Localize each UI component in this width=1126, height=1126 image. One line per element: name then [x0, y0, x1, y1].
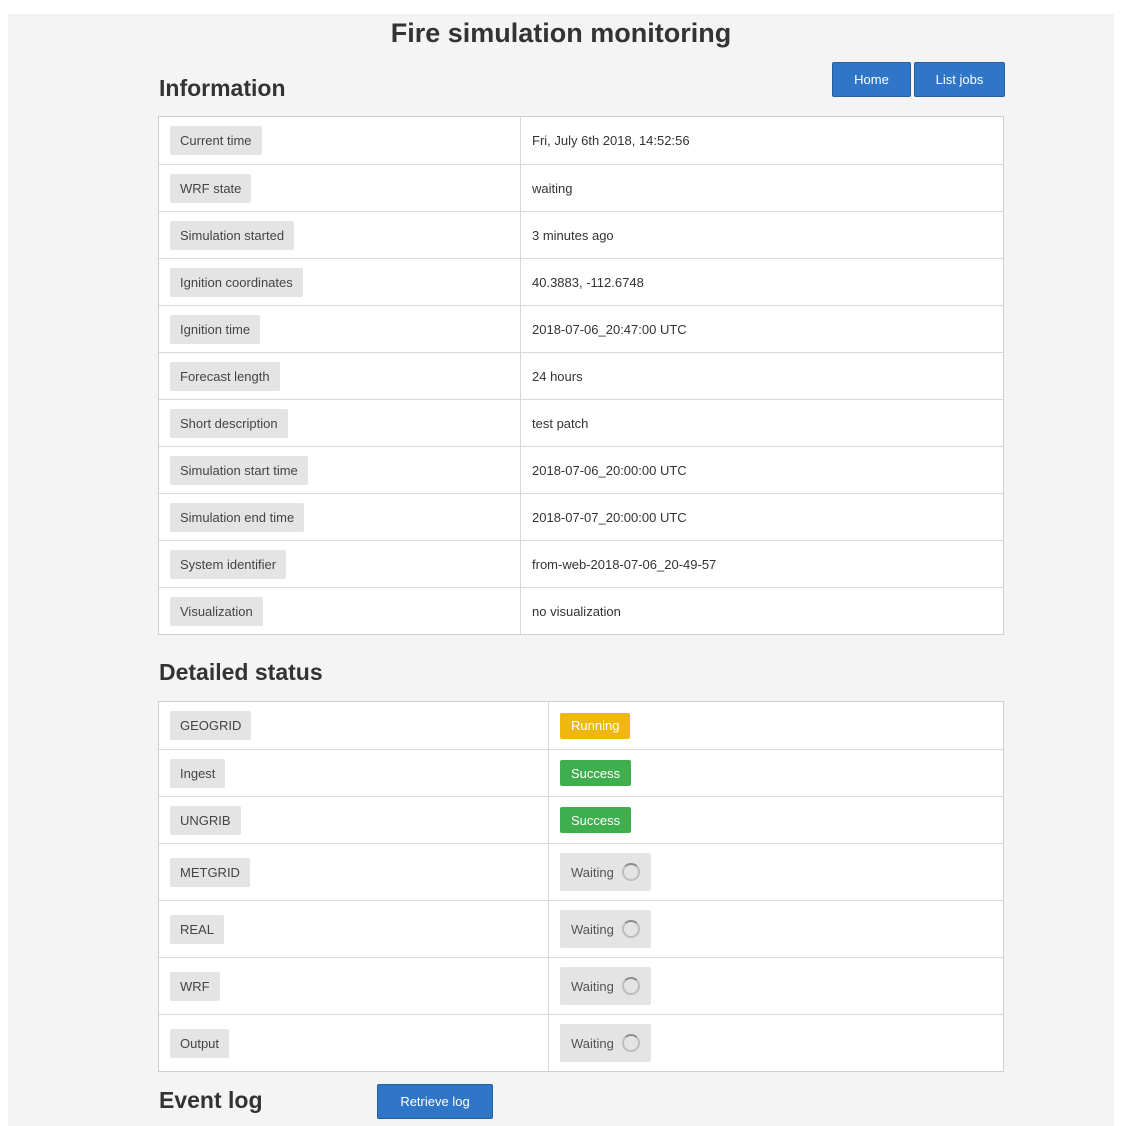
- status-value-cell: Waiting: [549, 901, 1003, 957]
- status-step-label: Ingest: [170, 758, 226, 788]
- info-label-cell: Forecast length: [159, 353, 521, 399]
- home-button[interactable]: Home: [832, 62, 911, 97]
- info-value: Fri, July 6th 2018, 14:52:56: [532, 133, 690, 148]
- info-label: Simulation started: [170, 220, 295, 250]
- event-log-heading: Event log: [159, 1087, 263, 1113]
- info-row-simulation-start-time: Simulation start time 2018-07-06_20:00:0…: [159, 446, 1003, 493]
- loading-spinner-icon: [621, 977, 640, 995]
- info-label: Short description: [170, 408, 288, 438]
- status-value-cell: Waiting: [549, 844, 1003, 900]
- status-value-cell: Success: [549, 797, 1003, 843]
- info-label-cell: Simulation started: [159, 212, 521, 258]
- status-badge-text: Waiting: [571, 1035, 614, 1051]
- status-label-cell: UNGRIB: [159, 797, 549, 843]
- status-label-cell: REAL: [159, 901, 549, 957]
- status-step-label: METGRID: [170, 857, 250, 887]
- status-step-label: WRF: [170, 971, 220, 1001]
- status-badge-waiting: Waiting: [560, 1024, 651, 1062]
- status-badge-waiting: Waiting: [560, 910, 651, 948]
- loading-spinner-icon: [621, 920, 640, 938]
- information-heading: Information: [159, 75, 286, 101]
- info-value: test patch: [532, 415, 589, 431]
- info-label: WRF state: [170, 173, 252, 203]
- info-row-system-identifier: System identifier from-web-2018-07-06_20…: [159, 540, 1003, 587]
- info-label: Current time: [170, 126, 262, 155]
- page-title: Fire simulation monitoring: [390, 18, 732, 48]
- status-row-wrf: WRF Waiting: [159, 957, 1003, 1014]
- status-label-cell: METGRID: [159, 844, 549, 900]
- status-row-geogrid: GEOGRID Running: [159, 702, 1003, 749]
- info-label-cell: Current time: [159, 117, 521, 164]
- info-value: no visualization: [532, 603, 621, 619]
- info-label-cell: Visualization: [159, 588, 521, 634]
- status-label-cell: Output: [159, 1015, 549, 1071]
- info-value: from-web-2018-07-06_20-49-57: [532, 556, 717, 572]
- status-badge-waiting: Waiting: [560, 853, 651, 891]
- status-label-cell: WRF: [159, 958, 549, 1014]
- status-badge-waiting: Waiting: [560, 967, 651, 1005]
- status-row-metgrid: METGRID Waiting: [159, 843, 1003, 900]
- status-label-cell: GEOGRID: [159, 702, 549, 749]
- status-badge-text: Waiting: [571, 978, 614, 994]
- info-row-simulation-end-time: Simulation end time 2018-07-07_20:00:00 …: [159, 493, 1003, 540]
- info-value: 2018-07-07_20:00:00 UTC: [532, 509, 687, 525]
- info-value: 2018-07-06_20:00:00 UTC: [532, 462, 687, 478]
- retrieve-log-button[interactable]: Retrieve log: [377, 1084, 493, 1119]
- info-value: 24 hours: [532, 368, 583, 384]
- detailed-status-table: GEOGRID Running Ingest Success UNGRIB Su…: [158, 701, 1004, 1072]
- info-label-cell: Simulation end time: [159, 494, 521, 540]
- info-value: 2018-07-06_20:47:00 UTC: [532, 321, 687, 337]
- status-row-real: REAL Waiting: [159, 900, 1003, 957]
- status-value-cell: Success: [549, 750, 1003, 796]
- status-value-cell: Waiting: [549, 958, 1003, 1014]
- info-label-cell: Ignition time: [159, 306, 521, 352]
- status-badge-text: Waiting: [571, 921, 614, 937]
- status-row-ungrib: UNGRIB Success: [159, 796, 1003, 843]
- info-row-current-time: Current time Fri, July 6th 2018, 14:52:5…: [159, 117, 1003, 164]
- loading-spinner-icon: [621, 863, 640, 881]
- status-badge-text: Waiting: [571, 864, 614, 880]
- status-row-ingest: Ingest Success: [159, 749, 1003, 796]
- status-label-cell: Ingest: [159, 750, 549, 796]
- info-row-wrf-state: WRF state waiting: [159, 164, 1003, 211]
- info-label: Ignition coordinates: [170, 267, 303, 297]
- loading-spinner-icon: [621, 1034, 640, 1052]
- info-row-visualization: Visualization no visualization: [159, 587, 1003, 634]
- info-label: Forecast length: [170, 361, 280, 391]
- information-table: Current time Fri, July 6th 2018, 14:52:5…: [158, 116, 1004, 635]
- status-badge-success: Success: [560, 760, 632, 786]
- status-step-label: UNGRIB: [170, 805, 241, 835]
- status-value-cell: Running: [549, 702, 1003, 749]
- info-label-cell: Ignition coordinates: [159, 259, 521, 305]
- info-row-short-description: Short description test patch: [159, 399, 1003, 446]
- info-label-cell: Short description: [159, 400, 521, 446]
- info-row-ignition-time: Ignition time 2018-07-06_20:47:00 UTC: [159, 305, 1003, 352]
- info-label-cell: WRF state: [159, 165, 521, 211]
- info-value: 3 minutes ago: [532, 227, 614, 243]
- status-row-output: Output Waiting: [159, 1014, 1003, 1071]
- info-row-forecast-length: Forecast length 24 hours: [159, 352, 1003, 399]
- status-value-cell: Waiting: [549, 1015, 1003, 1071]
- info-value: 40.3883, -112.6748: [532, 274, 644, 290]
- status-badge-running: Running: [560, 712, 631, 739]
- info-label-cell: System identifier: [159, 541, 521, 587]
- status-step-label: Output: [170, 1028, 230, 1058]
- info-label: System identifier: [170, 549, 287, 579]
- detailed-status-heading: Detailed status: [159, 659, 323, 685]
- info-label: Simulation end time: [170, 502, 305, 532]
- info-label: Visualization: [170, 596, 263, 626]
- info-label-cell: Simulation start time: [159, 447, 521, 493]
- info-label: Ignition time: [170, 314, 261, 344]
- status-step-label: GEOGRID: [170, 711, 252, 740]
- info-row-simulation-started: Simulation started 3 minutes ago: [159, 211, 1003, 258]
- info-label: Simulation start time: [170, 455, 308, 485]
- info-value: waiting: [532, 180, 573, 196]
- status-badge-success: Success: [560, 807, 632, 833]
- status-step-label: REAL: [170, 914, 224, 944]
- page: Fire simulation monitoring Information H…: [8, 14, 1114, 1126]
- list-jobs-button[interactable]: List jobs: [914, 62, 1005, 97]
- info-row-ignition-coordinates: Ignition coordinates 40.3883, -112.6748: [159, 258, 1003, 305]
